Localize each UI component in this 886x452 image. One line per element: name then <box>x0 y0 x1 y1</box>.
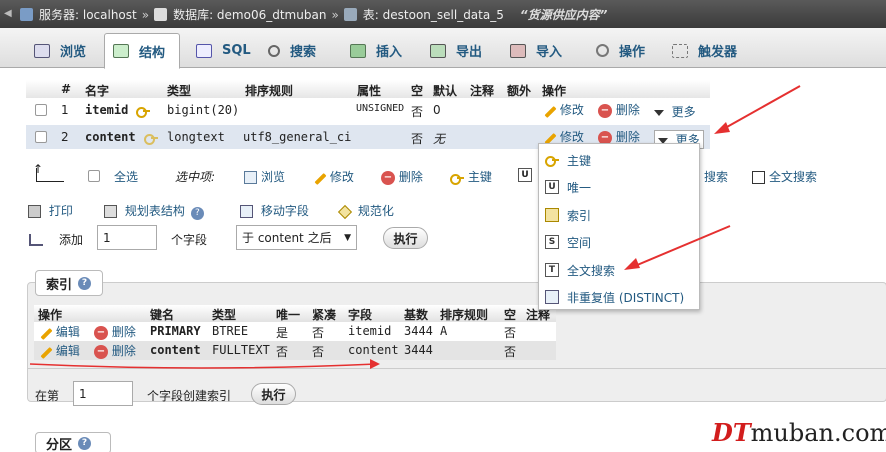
annotation-overlay <box>29 85 801 369</box>
watermark-logo: DTmuban.com <box>712 418 886 447</box>
annotation-arrowhead <box>714 122 730 134</box>
annotation-arrow <box>717 85 801 133</box>
annotation-arrow <box>629 225 731 269</box>
annotation-underline <box>29 363 377 369</box>
watermark-brand: DT <box>712 418 751 447</box>
watermark-domain: muban.com <box>750 419 886 447</box>
annotation-arrowhead <box>624 258 640 270</box>
annotation-arrowhead <box>370 359 380 369</box>
